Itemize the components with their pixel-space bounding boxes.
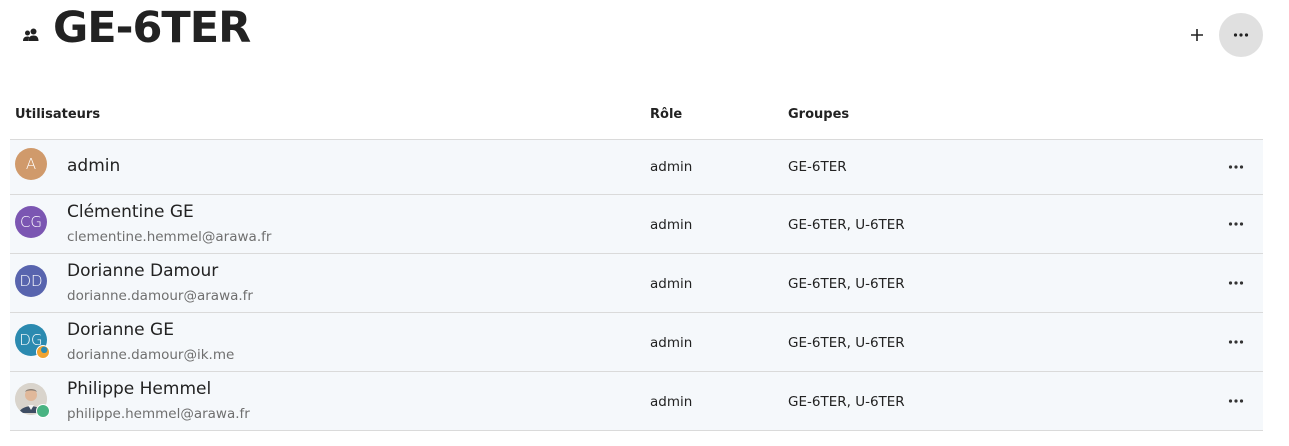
- user-email: dorianne.damour@arawa.fr: [67, 288, 253, 304]
- more-horizontal-icon: [1233, 33, 1249, 37]
- avatar: DG: [15, 324, 50, 359]
- row-actions-button[interactable]: [1222, 387, 1250, 415]
- user-role: admin: [650, 159, 693, 175]
- user-name: Dorianne GE: [67, 320, 174, 340]
- online-status-icon: [36, 404, 50, 418]
- more-horizontal-icon: [1228, 222, 1244, 226]
- page-title: GE-6TER: [53, 3, 251, 53]
- user-name: Dorianne Damour: [67, 261, 219, 281]
- user-role: admin: [650, 217, 693, 233]
- avatar: DD: [15, 265, 47, 297]
- users-table: Utilisateurs Rôle Groupes A admin admin …: [10, 100, 1263, 431]
- group-icon: [22, 26, 40, 44]
- column-header-groups: Groupes: [788, 107, 850, 122]
- row-actions-button[interactable]: [1222, 210, 1250, 238]
- page-header: GE-6TER: [0, 0, 1289, 70]
- user-role: admin: [650, 335, 693, 351]
- plus-icon: [1191, 29, 1203, 41]
- table-row[interactable]: A admin admin GE-6TER: [10, 140, 1263, 195]
- column-header-role: Rôle: [650, 107, 683, 122]
- user-role: admin: [650, 276, 693, 292]
- user-groups: GE-6TER: [788, 159, 847, 175]
- more-horizontal-icon: [1228, 165, 1244, 169]
- row-actions-button[interactable]: [1222, 153, 1250, 181]
- user-name: Philippe Hemmel: [67, 379, 212, 399]
- user-email: clementine.hemmel@arawa.fr: [67, 229, 272, 245]
- avatar-photo: [15, 383, 50, 418]
- more-horizontal-icon: [1228, 340, 1244, 344]
- column-header-users: Utilisateurs: [15, 107, 101, 122]
- row-actions-button[interactable]: [1222, 328, 1250, 356]
- user-role: admin: [650, 394, 693, 410]
- avatar: CG: [15, 206, 47, 238]
- table-row[interactable]: DD Dorianne Damour dorianne.damour@arawa…: [10, 254, 1263, 313]
- more-horizontal-icon: [1228, 281, 1244, 285]
- table-header: Utilisateurs Rôle Groupes: [10, 100, 1263, 140]
- user-email: dorianne.damour@ik.me: [67, 347, 235, 363]
- row-actions-button[interactable]: [1222, 269, 1250, 297]
- user-groups: GE-6TER, U-6TER: [788, 394, 905, 410]
- user-name: Clémentine GE: [67, 202, 194, 222]
- user-groups: GE-6TER, U-6TER: [788, 276, 905, 292]
- group-actions-button[interactable]: [1219, 13, 1263, 57]
- more-horizontal-icon: [1228, 399, 1244, 403]
- table-row[interactable]: CG Clémentine GE clementine.hemmel@arawa…: [10, 195, 1263, 254]
- user-groups: GE-6TER, U-6TER: [788, 335, 905, 351]
- table-row[interactable]: Philippe Hemmel philippe.hemmel@arawa.fr…: [10, 372, 1263, 431]
- user-groups: GE-6TER, U-6TER: [788, 217, 905, 233]
- away-status-icon: [36, 345, 50, 359]
- avatar: A: [15, 148, 47, 180]
- user-name: admin: [67, 156, 121, 176]
- table-row[interactable]: DG Dorianne GE dorianne.damour@ik.me adm…: [10, 313, 1263, 372]
- user-email: philippe.hemmel@arawa.fr: [67, 406, 250, 422]
- add-user-button[interactable]: [1175, 13, 1219, 57]
